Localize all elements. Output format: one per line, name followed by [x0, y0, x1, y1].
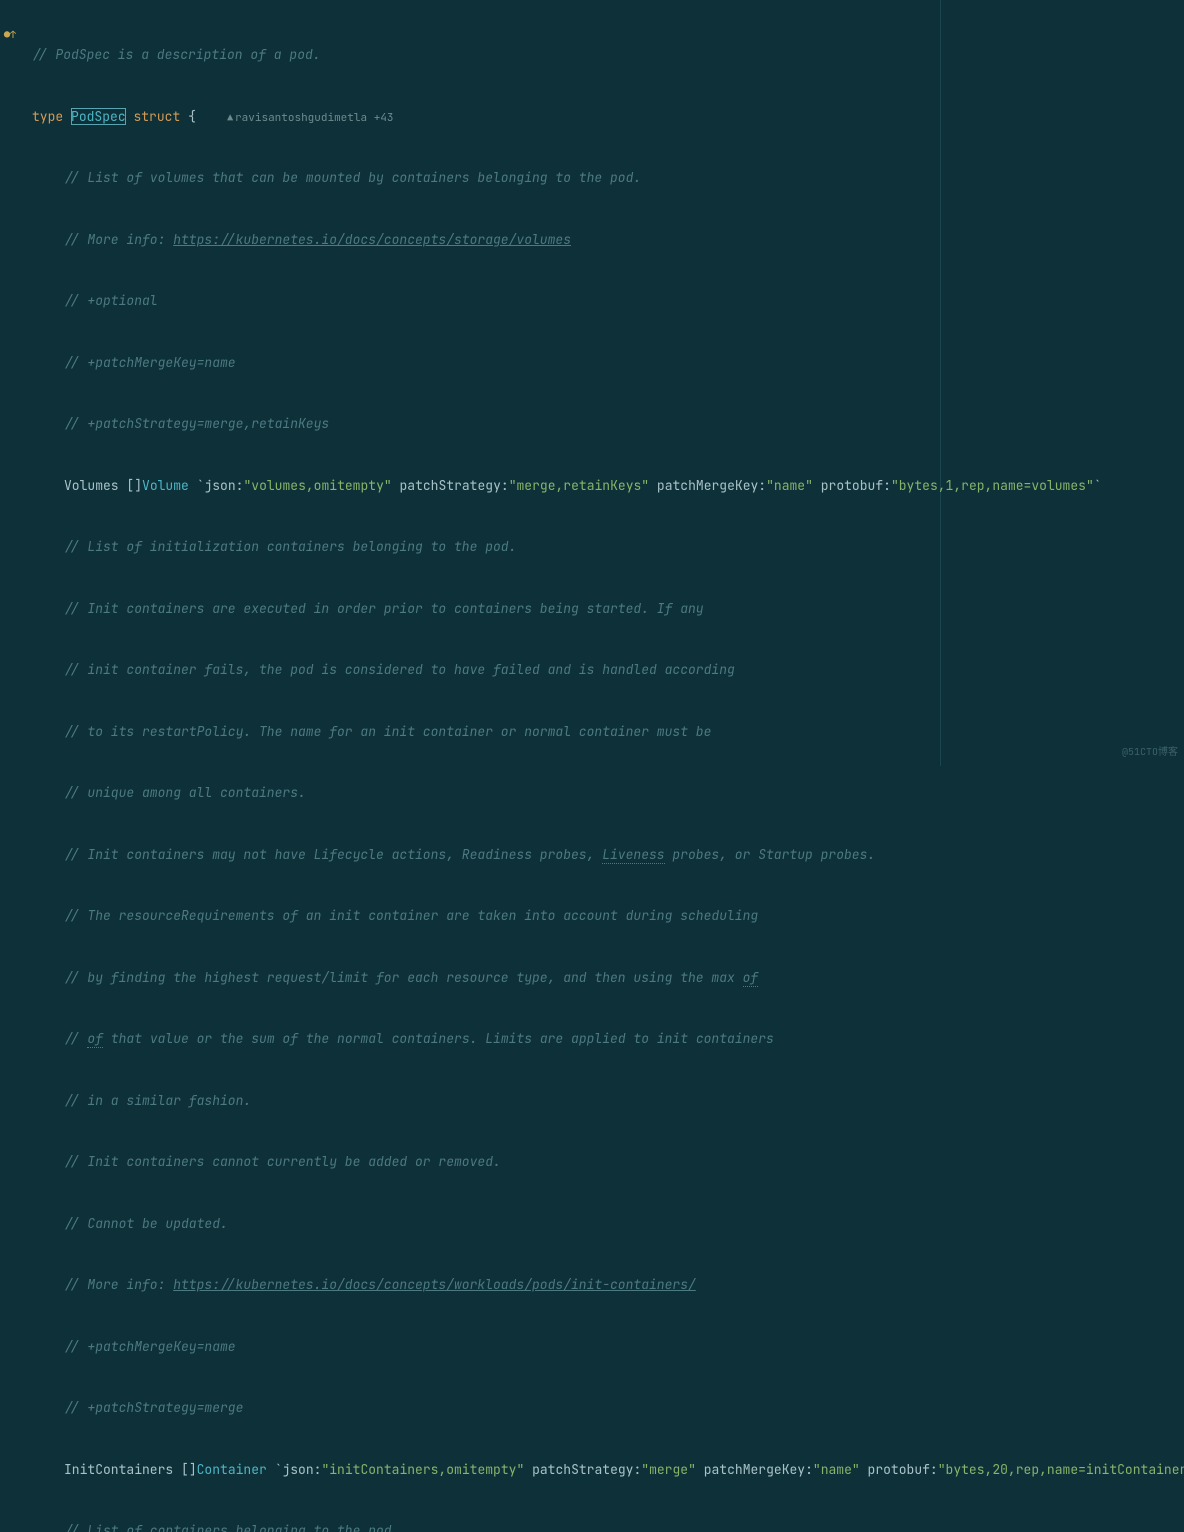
code-line: // Init containers cannot currently be a…	[28, 1152, 1184, 1173]
doc-link[interactable]: https://kubernetes.io/docs/concepts/stor…	[173, 231, 571, 248]
code-line: // List of initialization containers bel…	[28, 537, 1184, 558]
watermark: @51CTO博客	[1122, 742, 1178, 763]
keyword-type: type	[32, 108, 63, 125]
code-line: // Init containers may not have Lifecycl…	[28, 845, 1184, 866]
code-line: // List of volumes that can be mounted b…	[28, 168, 1184, 189]
code-line: // +patchStrategy=merge	[28, 1398, 1184, 1419]
editor-gutter[interactable]: ●↑	[0, 0, 28, 766]
code-line: // to its restartPolicy. The name for an…	[28, 722, 1184, 743]
code-line-type-decl: type PodSpec struct { ▲ravisantoshgudime…	[28, 107, 1184, 128]
doc-link[interactable]: https://kubernetes.io/docs/concepts/work…	[173, 1276, 696, 1293]
code-line: // +optional	[28, 291, 1184, 312]
code-line: // PodSpec is a description of a pod.	[28, 45, 1184, 66]
code-line: // Cannot be updated.	[28, 1214, 1184, 1235]
code-line: // +patchMergeKey=name	[28, 353, 1184, 374]
code-line: // More info: https://kubernetes.io/docs…	[28, 230, 1184, 251]
code-line: // unique among all containers.	[28, 783, 1184, 804]
author-inlay[interactable]: ravisantoshgudimetla +43	[235, 111, 393, 125]
code-line: // +patchMergeKey=name	[28, 1337, 1184, 1358]
code-line: // in a similar fashion.	[28, 1091, 1184, 1112]
code-line: // by finding the highest request/limit …	[28, 968, 1184, 989]
code-editor[interactable]: // PodSpec is a description of a pod. ty…	[28, 4, 1184, 1532]
spellcheck-underline: Liveness	[602, 846, 664, 864]
code-line: // Init containers are executed in order…	[28, 599, 1184, 620]
code-line: // +patchStrategy=merge,retainKeys	[28, 414, 1184, 435]
code-line: // The resourceRequirements of an init c…	[28, 906, 1184, 927]
code-line: // of that value or the sum of the norma…	[28, 1029, 1184, 1050]
code-line: // List of containers belonging to the p…	[28, 1521, 1184, 1532]
author-icon: ▲	[227, 111, 233, 124]
vcs-change-icon[interactable]: ●↑	[4, 25, 20, 41]
type-podspec: PodSpec	[71, 108, 126, 125]
code-line-field-volumes: Volumes []Volume `json:"volumes,omitempt…	[28, 476, 1184, 497]
keyword-struct: struct	[133, 108, 180, 125]
code-line: // init container fails, the pod is cons…	[28, 660, 1184, 681]
code-line-field-initcontainers: InitContainers []Container `json:"initCo…	[28, 1460, 1184, 1481]
code-line: // More info: https://kubernetes.io/docs…	[28, 1275, 1184, 1296]
